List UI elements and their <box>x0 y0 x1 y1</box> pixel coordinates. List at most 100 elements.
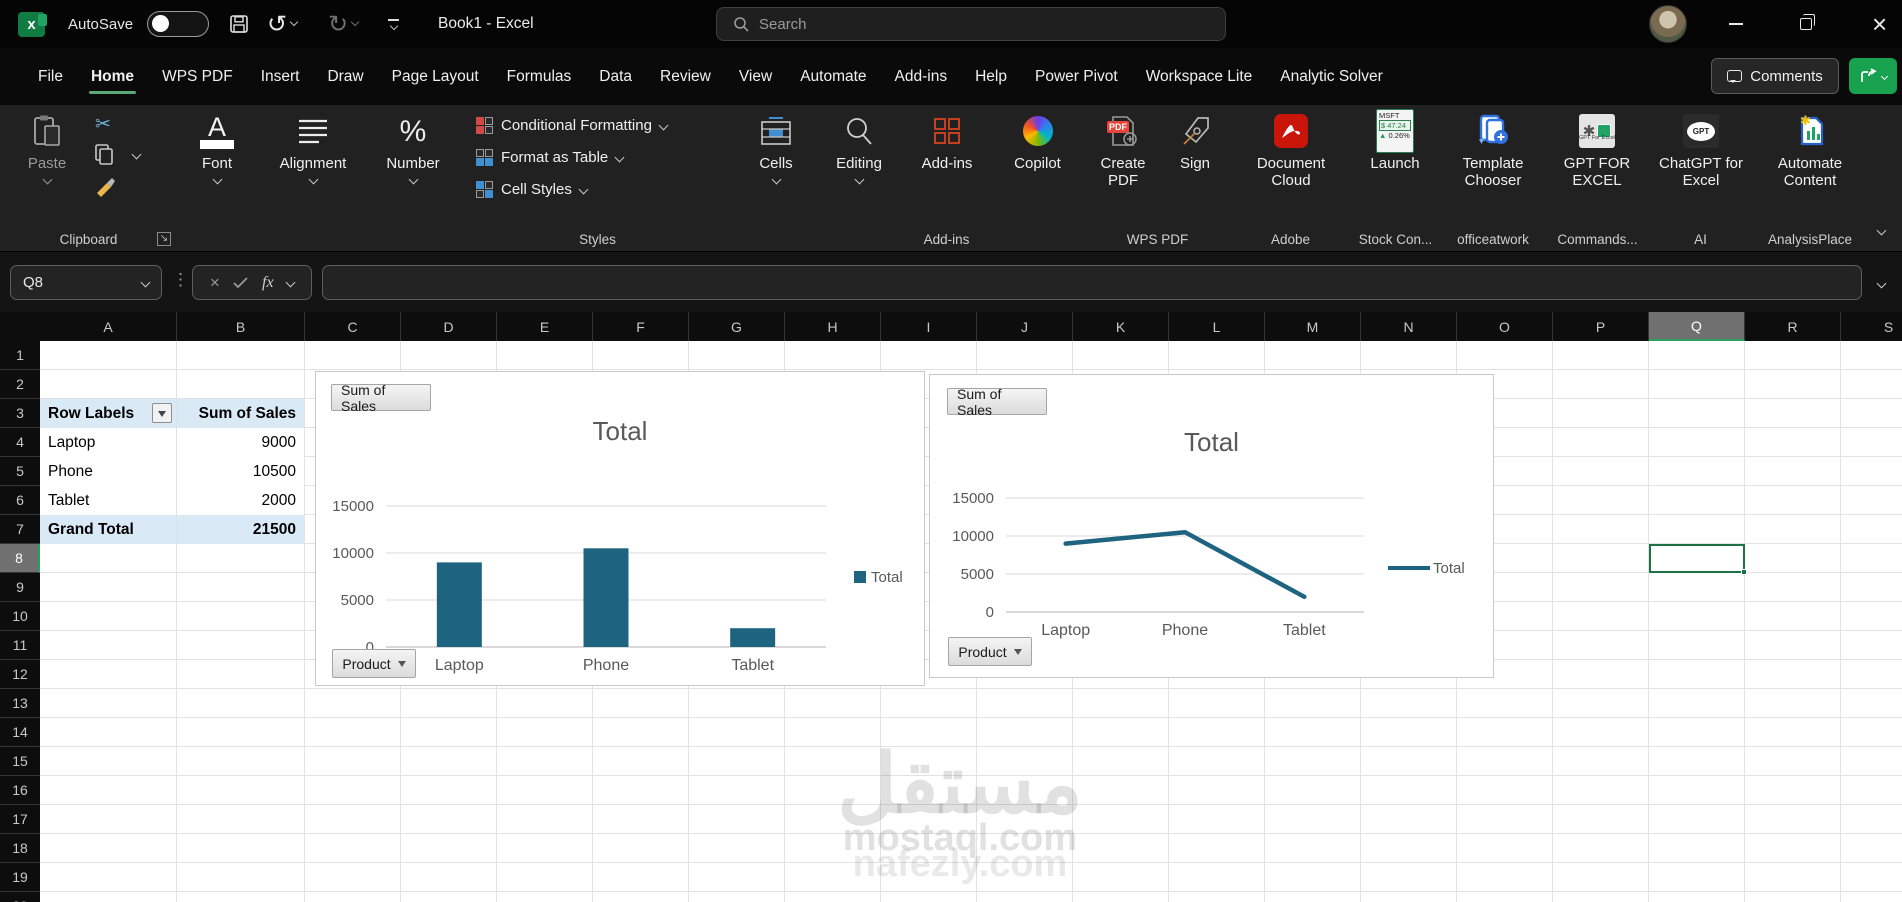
column-header-S[interactable]: S <box>1841 312 1902 341</box>
tab-wps-pdf[interactable]: WPS PDF <box>148 58 247 96</box>
row-header-7[interactable]: 7 <box>0 515 40 544</box>
tab-file[interactable]: File <box>24 58 77 96</box>
cells-menu-button[interactable]: Cells <box>746 111 806 185</box>
sign-button[interactable]: Sign <box>1165 111 1225 172</box>
row-header-14[interactable]: 14 <box>0 718 40 747</box>
column-header-I[interactable]: I <box>881 312 977 341</box>
fx-chevron[interactable] <box>285 277 296 288</box>
tab-analytic-solver[interactable]: Analytic Solver <box>1266 58 1397 96</box>
row-header-16[interactable]: 16 <box>0 776 40 805</box>
column-header-F[interactable]: F <box>593 312 689 341</box>
fill-handle[interactable] <box>1741 569 1747 575</box>
addins-button[interactable]: Add-ins <box>913 111 981 172</box>
minimize-button[interactable] <box>1729 0 1743 48</box>
pivot-row-value[interactable]: 9000 <box>177 428 304 457</box>
avatar[interactable] <box>1649 5 1687 43</box>
row-header-18[interactable]: 18 <box>0 834 40 863</box>
customize-quick-access-button[interactable] <box>388 0 399 48</box>
tab-data[interactable]: Data <box>585 58 646 96</box>
tab-formulas[interactable]: Formulas <box>493 58 586 96</box>
row-header-4[interactable]: 4 <box>0 428 40 457</box>
document-cloud-button[interactable]: Document Cloud <box>1247 111 1335 189</box>
tab-workspace-lite[interactable]: Workspace Lite <box>1132 58 1267 96</box>
chart-title[interactable]: Total <box>930 427 1493 458</box>
row-header-11[interactable]: 11 <box>0 631 40 660</box>
name-box-drag-dots[interactable]: ⋮ <box>172 270 189 290</box>
column-header-P[interactable]: P <box>1553 312 1649 341</box>
row-header-12[interactable]: 12 <box>0 660 40 689</box>
selected-cell[interactable] <box>1649 544 1747 575</box>
column-header-E[interactable]: E <box>497 312 593 341</box>
launch-button[interactable]: MSFT $ 47.24 ▲ 0.26% Launch <box>1362 109 1428 172</box>
automate-content-button[interactable]: ✱ Automate Content <box>1768 111 1852 189</box>
column-header-M[interactable]: M <box>1265 312 1361 341</box>
row-header-1[interactable]: 1 <box>0 341 40 370</box>
paste-button[interactable]: Paste <box>16 111 78 185</box>
column-header-A[interactable]: A <box>40 312 177 341</box>
close-button[interactable]: × <box>1872 0 1892 48</box>
insert-function-icon[interactable]: fx <box>262 274 274 292</box>
column-header-C[interactable]: C <box>305 312 401 341</box>
row-header-15[interactable]: 15 <box>0 747 40 776</box>
pivot-row-label[interactable]: Laptop <box>40 428 176 457</box>
tab-draw[interactable]: Draw <box>313 58 377 96</box>
column-header-H[interactable]: H <box>785 312 881 341</box>
tab-insert[interactable]: Insert <box>247 58 314 96</box>
tab-help[interactable]: Help <box>961 58 1021 96</box>
excel-app-icon[interactable]: x <box>18 0 45 48</box>
chart-title[interactable]: Total <box>316 416 924 447</box>
alignment-menu-button[interactable]: Alignment <box>270 111 356 185</box>
tab-power-pivot[interactable]: Power Pivot <box>1021 58 1132 96</box>
conditional-formatting-button[interactable]: Conditional Formatting <box>476 117 669 134</box>
row-header-3[interactable]: 3 <box>0 399 40 428</box>
row-header-9[interactable]: 9 <box>0 573 40 602</box>
tab-home[interactable]: Home <box>77 58 148 96</box>
row-header-17[interactable]: 17 <box>0 805 40 834</box>
pivot-field-button[interactable]: Sum of Sales <box>947 386 1047 418</box>
copy-button[interactable] <box>93 143 115 172</box>
editing-menu-button[interactable]: Editing <box>828 111 890 185</box>
row-header-2[interactable]: 2 <box>0 370 40 399</box>
column-header-R[interactable]: R <box>1745 312 1841 341</box>
search-input[interactable]: Search <box>716 7 1226 41</box>
column-header-J[interactable]: J <box>977 312 1073 341</box>
autosave-toggle[interactable] <box>147 0 209 48</box>
chatgpt-for-excel-button[interactable]: GPT FOR EXCEL ChatGPT for Excel <box>1659 111 1743 189</box>
copilot-button[interactable]: Copilot <box>1005 111 1070 172</box>
collapse-ribbon-chevron[interactable] <box>1876 225 1887 236</box>
tab-page-layout[interactable]: Page Layout <box>378 58 493 96</box>
save-button[interactable] <box>228 0 250 48</box>
bar-pivot-chart[interactable]: Sum of Sales Total 15000 10000 5000 0 Total Lap… <box>315 371 925 686</box>
copy-dropdown[interactable] <box>131 149 142 160</box>
clipboard-dialog-launcher[interactable]: ↘ <box>157 232 171 246</box>
column-header-L[interactable]: L <box>1169 312 1265 341</box>
pivot-row-value[interactable]: 10500 <box>177 457 304 486</box>
name-box[interactable]: Q8 <box>10 265 162 300</box>
column-header-G[interactable]: G <box>689 312 785 341</box>
row-header-20[interactable]: 20 <box>0 892 40 902</box>
format-painter-button[interactable] <box>93 175 117 204</box>
cut-button[interactable]: ✂ <box>95 113 111 136</box>
row-header-13[interactable]: 13 <box>0 689 40 718</box>
row-header-5[interactable]: 5 <box>0 457 40 486</box>
tab-review[interactable]: Review <box>646 58 725 96</box>
tab-add-ins[interactable]: Add-ins <box>881 58 962 96</box>
row-header-19[interactable]: 19 <box>0 863 40 892</box>
gpt-for-excel-button[interactable]: ✱ GPT For Excel GPT FOR EXCEL <box>1556 111 1638 189</box>
template-chooser-button[interactable]: Template Chooser <box>1451 111 1535 189</box>
share-button[interactable] <box>1849 58 1897 94</box>
row-header-8[interactable]: 8 <box>0 544 40 573</box>
pivot-field-button[interactable]: Sum of Sales <box>331 382 431 414</box>
tab-view[interactable]: View <box>725 58 786 96</box>
pivot-row-label[interactable]: Phone <box>40 457 176 486</box>
formula-input[interactable] <box>322 265 1862 300</box>
row-header-6[interactable]: 6 <box>0 486 40 515</box>
pivot-filter-button[interactable] <box>152 403 172 423</box>
font-menu-button[interactable]: A Font <box>187 111 247 185</box>
pivot-row-label[interactable]: Tablet <box>40 486 176 515</box>
column-header-B[interactable]: B <box>177 312 305 341</box>
column-header-O[interactable]: O <box>1457 312 1553 341</box>
comments-button[interactable]: Comments <box>1711 58 1839 94</box>
create-pdf-button[interactable]: PDF Create PDF <box>1087 111 1159 189</box>
redo-button[interactable]: ↻ <box>328 0 360 48</box>
